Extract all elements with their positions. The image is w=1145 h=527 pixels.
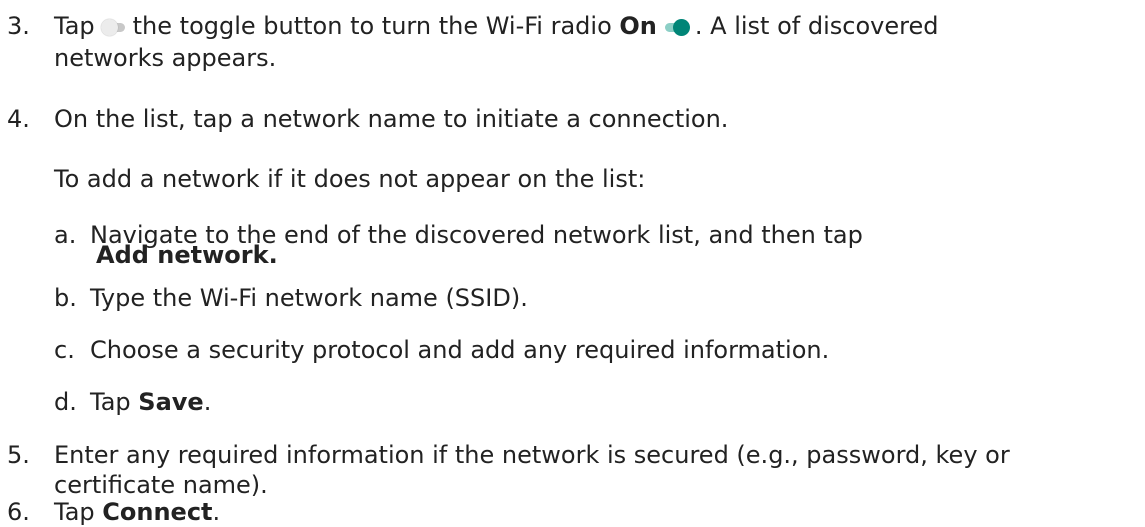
step-text-continued: networks appears.	[54, 44, 277, 72]
step-text: Tap Connect.	[54, 497, 220, 527]
substep-letter: b.	[54, 284, 77, 312]
step-text-continued: certificate name).	[54, 471, 268, 499]
step-number: 5.	[7, 441, 30, 469]
step-text: Tap the toggle button to turn the Wi-Fi r…	[54, 11, 938, 41]
on-label: On	[619, 12, 657, 40]
substep-text: Type the Wi-Fi network name (SSID).	[90, 284, 528, 312]
substep-text: Tap Save.	[90, 387, 211, 417]
substep-letter: c.	[54, 336, 75, 364]
step-number: 3.	[7, 12, 30, 40]
step-text-part: the toggle button to turn the Wi-Fi radi…	[132, 12, 612, 40]
toggle-on-icon	[663, 19, 690, 36]
step-text-part: .	[203, 388, 212, 416]
step-number: 6.	[7, 498, 30, 526]
connect-label: Connect	[102, 498, 213, 526]
substep-letter: a.	[54, 221, 77, 249]
save-label: Save	[138, 388, 204, 416]
step-text-part: Tap	[90, 388, 131, 416]
step-text-part: . A list of discovered	[694, 12, 939, 40]
substep-text: Choose a security protocol and add any r…	[90, 336, 830, 364]
step-text: On the list, tap a network name to initi…	[54, 105, 729, 133]
add-network-label: Add network.	[96, 241, 278, 269]
step-text: Enter any required information if the ne…	[54, 441, 1010, 469]
step-text-part: Tap	[54, 12, 95, 40]
note-text: To add a network if it does not appear o…	[54, 165, 646, 193]
toggle-off-icon	[100, 19, 127, 36]
step-text-part: .	[212, 498, 221, 526]
instruction-document: 3. Tap the toggle button to turn the Wi-F…	[0, 0, 1145, 527]
step-number: 4.	[7, 105, 30, 133]
step-text-part: Tap	[54, 498, 95, 526]
substep-letter: d.	[54, 388, 77, 416]
